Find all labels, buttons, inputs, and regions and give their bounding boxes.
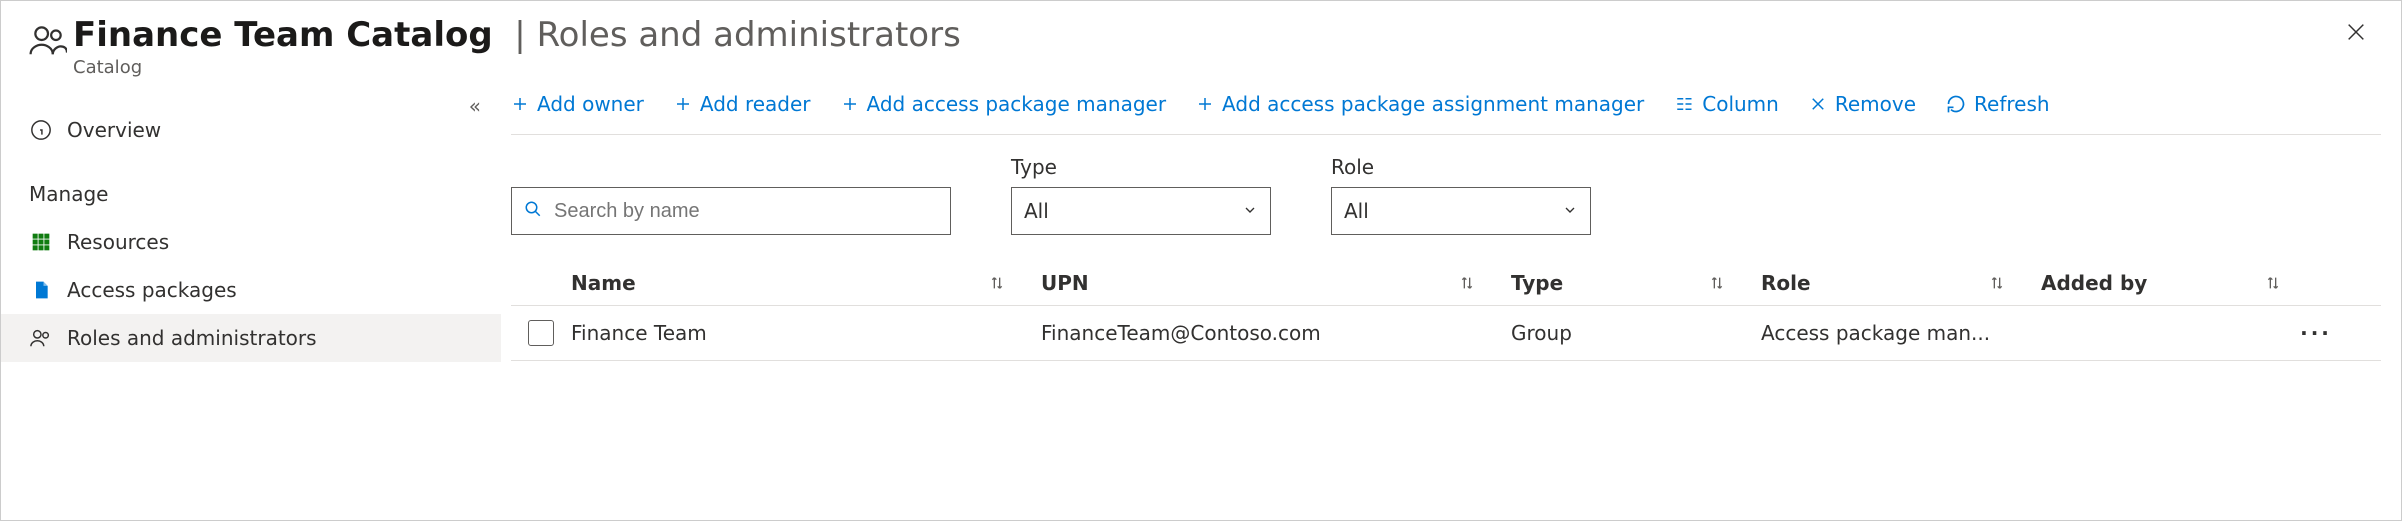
plus-icon: [1196, 95, 1214, 113]
grid-icon: [29, 232, 53, 252]
remove-button[interactable]: Remove: [1809, 92, 1916, 116]
sidebar: « Overview Manage Resources Access packa…: [1, 78, 501, 520]
sort-icon: [1989, 275, 2005, 291]
chevron-down-icon: [1242, 199, 1258, 223]
button-label: Remove: [1835, 92, 1916, 116]
column-label: Added by: [2041, 271, 2147, 295]
sidebar-item-label: Roles and administrators: [67, 326, 317, 350]
add-access-package-assignment-manager-button[interactable]: Add access package assignment manager: [1196, 92, 1644, 116]
sort-icon: [1459, 275, 1475, 291]
row-checkbox[interactable]: [528, 320, 554, 346]
page-title-section: Roles and administrators: [537, 15, 961, 55]
column-label: Type: [1511, 271, 1563, 295]
column-header-upn[interactable]: UPN: [1041, 271, 1511, 295]
column-label: Name: [571, 271, 636, 295]
sort-icon: [2265, 275, 2281, 291]
role-filter-label: Role: [1331, 155, 1591, 179]
sidebar-item-label: Overview: [67, 118, 161, 142]
cell-role: Access package man...: [1761, 321, 1990, 345]
collapse-sidebar-button[interactable]: «: [469, 94, 481, 118]
close-button[interactable]: [2339, 15, 2373, 53]
page-title: Finance Team Catalog | Roles and adminis…: [73, 15, 2339, 55]
add-owner-button[interactable]: Add owner: [511, 92, 644, 116]
column-label: Role: [1761, 271, 1811, 295]
command-bar: Add owner Add reader Add access package …: [511, 78, 2381, 134]
type-filter-label: Type: [1011, 155, 1271, 179]
plus-icon: [674, 95, 692, 113]
add-reader-button[interactable]: Add reader: [674, 92, 811, 116]
refresh-icon: [1946, 94, 1966, 114]
sort-icon: [989, 275, 1005, 291]
button-label: Add reader: [700, 92, 811, 116]
column-header-type[interactable]: Type: [1511, 271, 1761, 295]
info-icon: [29, 119, 53, 141]
plus-icon: [841, 95, 859, 113]
add-access-package-manager-button[interactable]: Add access package manager: [841, 92, 1167, 116]
button-label: Refresh: [1974, 92, 2050, 116]
refresh-button[interactable]: Refresh: [1946, 92, 2050, 116]
sidebar-item-label: Resources: [67, 230, 169, 254]
sidebar-item-overview[interactable]: Overview: [1, 106, 501, 154]
sidebar-section-manage: Manage: [1, 154, 501, 218]
cell-type: Group: [1511, 321, 1572, 345]
column-header-name[interactable]: Name: [571, 271, 1041, 295]
sidebar-item-access-packages[interactable]: Access packages: [1, 266, 501, 314]
divider: [511, 134, 2381, 135]
table-header: Name UPN Type Role Added by: [511, 261, 2381, 306]
column-label: UPN: [1041, 271, 1089, 295]
search-field[interactable]: [552, 199, 938, 224]
column-header-role[interactable]: Role: [1761, 271, 2041, 295]
search-icon: [524, 199, 542, 223]
dropdown-value: All: [1344, 199, 1369, 223]
button-label: Column: [1702, 92, 1779, 116]
table-row[interactable]: Finance Team FinanceTeam@Contoso.com Gro…: [511, 306, 2381, 361]
cell-name: Finance Team: [571, 321, 707, 345]
row-more-button[interactable]: ···: [2300, 321, 2332, 345]
button-label: Add owner: [537, 92, 644, 116]
people-icon: [29, 15, 73, 63]
x-icon: [1809, 95, 1827, 113]
page-title-name: Finance Team Catalog: [73, 15, 493, 55]
sidebar-item-label: Access packages: [67, 278, 237, 302]
sidebar-item-roles-administrators[interactable]: Roles and administrators: [1, 314, 501, 362]
sidebar-item-resources[interactable]: Resources: [1, 218, 501, 266]
columns-icon: [1674, 95, 1694, 113]
role-filter-dropdown[interactable]: All: [1331, 187, 1591, 235]
cell-upn: FinanceTeam@Contoso.com: [1041, 321, 1321, 345]
plus-icon: [511, 95, 529, 113]
column-header-added-by[interactable]: Added by: [2041, 271, 2291, 295]
chevron-down-icon: [1562, 199, 1578, 223]
button-label: Add access package manager: [867, 92, 1167, 116]
dropdown-value: All: [1024, 199, 1049, 223]
people-icon: [29, 327, 53, 349]
page-subtitle: Catalog: [73, 57, 2339, 78]
button-label: Add access package assignment manager: [1222, 92, 1644, 116]
column-button[interactable]: Column: [1674, 92, 1779, 116]
package-icon: [29, 279, 53, 301]
sort-icon: [1709, 275, 1725, 291]
search-input[interactable]: [511, 187, 951, 235]
type-filter-dropdown[interactable]: All: [1011, 187, 1271, 235]
